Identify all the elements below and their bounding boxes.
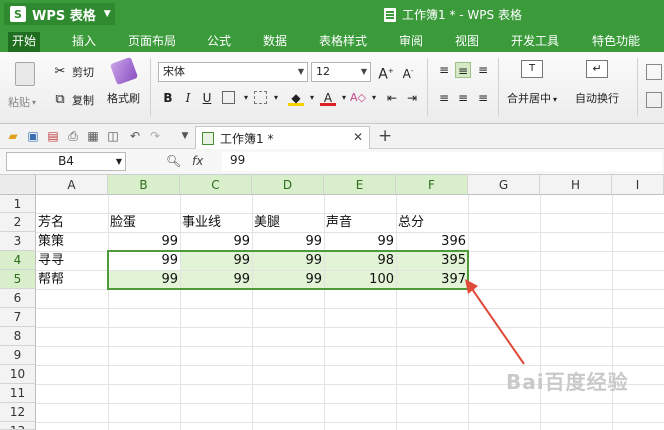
watermark: Bai百度经验 [506,370,629,394]
